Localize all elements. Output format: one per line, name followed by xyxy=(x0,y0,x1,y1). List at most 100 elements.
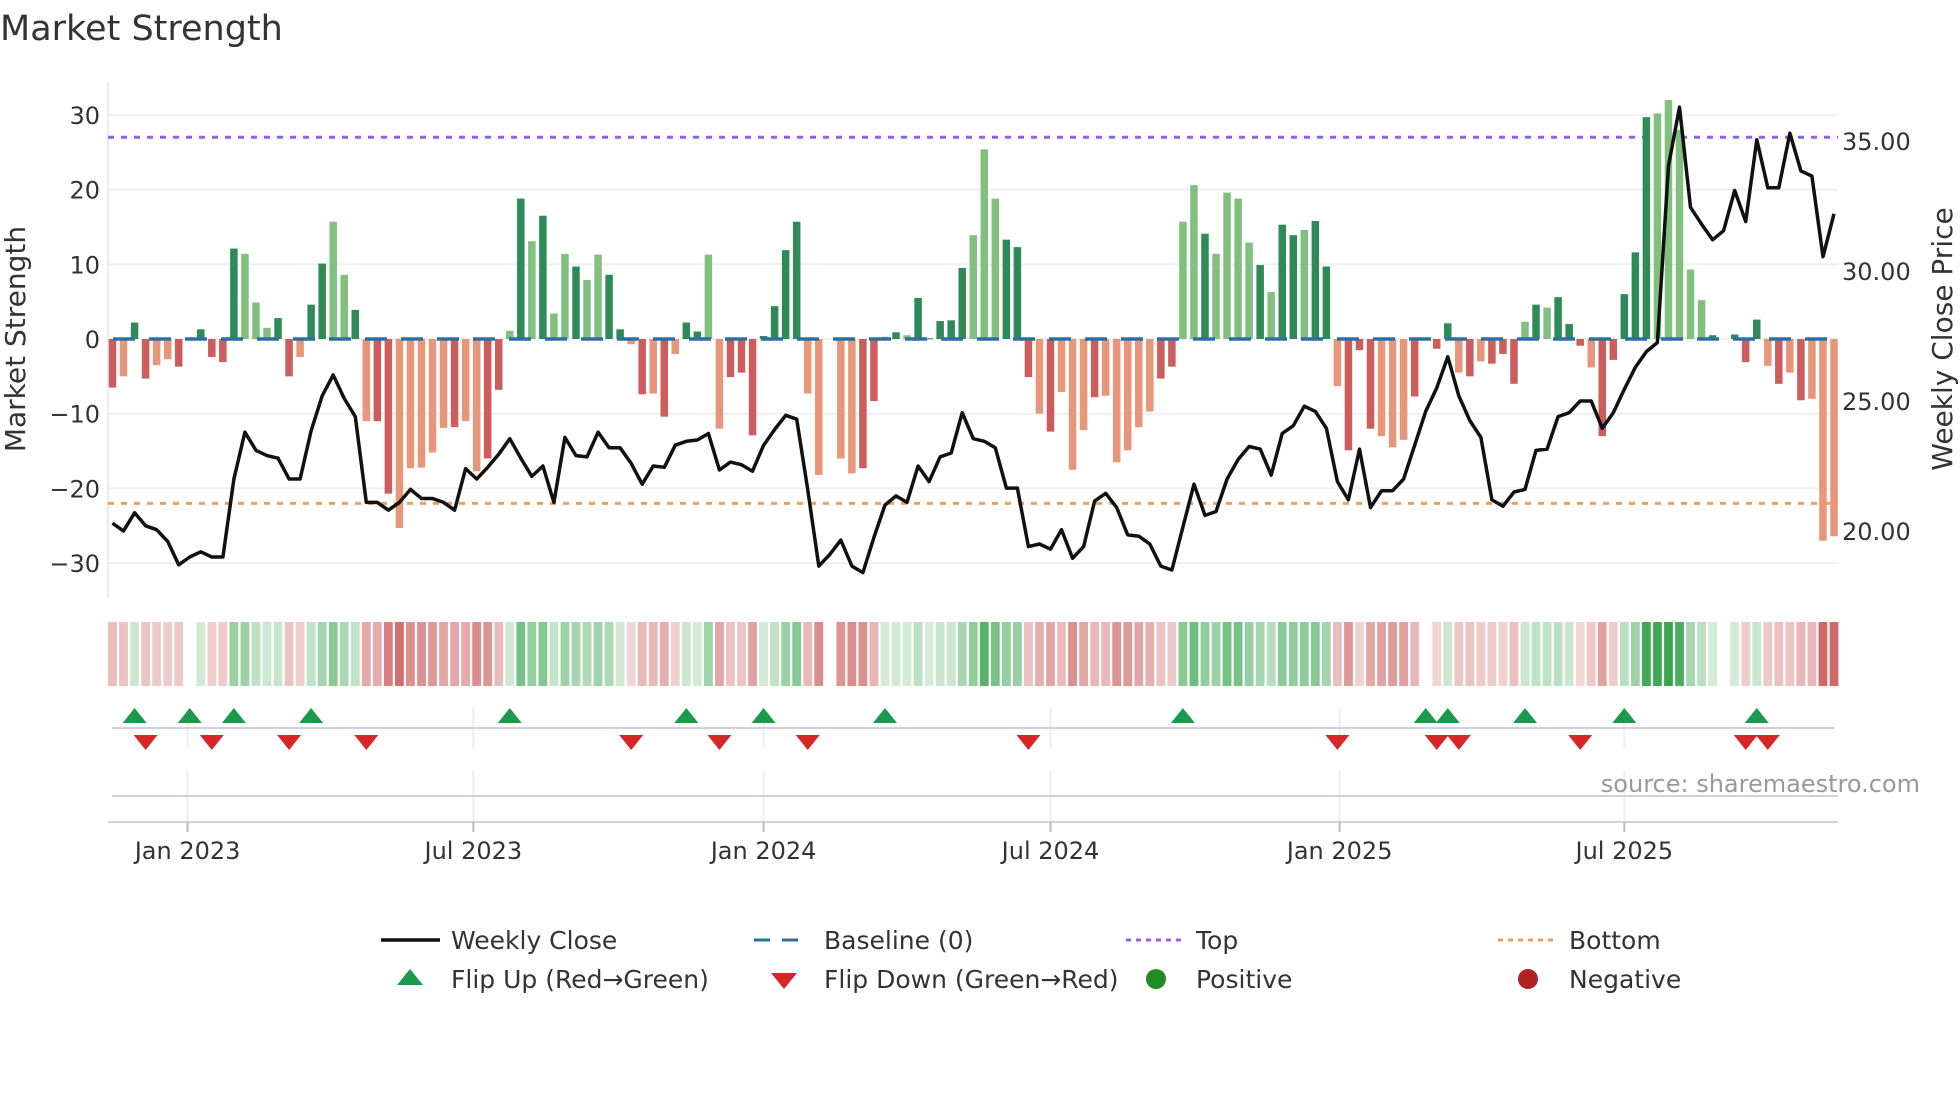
negative-bar xyxy=(748,339,757,436)
strip-cell xyxy=(406,622,415,686)
strip-cell xyxy=(284,622,294,686)
strip-cell xyxy=(1156,622,1166,686)
strip-cell xyxy=(670,622,680,686)
positive-bar xyxy=(704,254,713,339)
negative-bar xyxy=(472,339,481,472)
strip-cell xyxy=(1476,622,1486,686)
strip-cell xyxy=(328,622,338,686)
strip-cell xyxy=(1189,622,1199,686)
strip-cell xyxy=(1012,622,1022,686)
negative-bar xyxy=(285,339,293,377)
positive-bar xyxy=(605,274,613,339)
marker-grid-lines xyxy=(186,708,1626,822)
negative-bar xyxy=(848,339,856,474)
flip-up-marker xyxy=(872,708,897,723)
strip-cell xyxy=(1509,622,1519,686)
positive-bar xyxy=(914,297,922,339)
negative-bar xyxy=(870,339,878,402)
negative-bar xyxy=(108,339,117,388)
strip-cell xyxy=(538,622,548,686)
flip-up-marker xyxy=(674,708,699,723)
flip-down-marker xyxy=(707,735,732,750)
negative-bar xyxy=(1432,339,1441,349)
negative-bar xyxy=(671,339,680,354)
positive-bar xyxy=(980,149,989,339)
strip-cell xyxy=(395,622,404,686)
negative-bar xyxy=(1046,339,1055,432)
positive-bar xyxy=(517,198,525,339)
strip-cell xyxy=(1829,622,1839,686)
positive-bar xyxy=(1322,266,1331,339)
strip-cell xyxy=(1531,622,1541,686)
strip-cell xyxy=(1333,622,1342,686)
strip-cell xyxy=(1597,622,1607,686)
negative-bar xyxy=(461,339,470,422)
strip-cell xyxy=(439,622,448,686)
negative-bar xyxy=(1587,339,1595,368)
strip-cell xyxy=(295,622,305,686)
flip-down-marker xyxy=(354,735,379,750)
flip-down-marker xyxy=(199,735,224,750)
positive-bar xyxy=(991,198,1000,339)
negative-bar xyxy=(1388,339,1397,448)
strip-cell xyxy=(251,622,261,686)
legend-flip-up: Flip Up (Red→Green) xyxy=(451,965,709,994)
strip-cell xyxy=(196,622,206,686)
negative-bar xyxy=(638,339,646,395)
strip-cell xyxy=(549,622,559,686)
strip-cell xyxy=(472,622,482,686)
negative-bar xyxy=(1157,339,1165,379)
strip-cell xyxy=(1675,622,1684,686)
legend-flip-down: Flip Down (Green→Red) xyxy=(824,965,1119,994)
strip-cell xyxy=(1432,622,1442,686)
flip-up-marker xyxy=(1612,708,1637,723)
negative-bar xyxy=(1123,339,1132,451)
negative-bar xyxy=(1488,339,1496,364)
x-tick-label: Jul 2023 xyxy=(423,837,523,865)
negative-bar xyxy=(1741,339,1750,363)
strip-cell xyxy=(814,622,824,686)
strip-cell xyxy=(1178,622,1188,686)
strip-cell xyxy=(571,622,581,686)
strip-cell xyxy=(1686,622,1695,686)
strip-cell xyxy=(1233,622,1243,686)
strip-cell xyxy=(748,622,757,686)
strip-cell xyxy=(1608,622,1618,686)
chart-title: Market Strength xyxy=(0,9,283,49)
negative-bar xyxy=(1366,339,1375,429)
strip-cell xyxy=(339,622,349,686)
negative-bar xyxy=(406,339,415,469)
strip-cell xyxy=(1708,622,1718,686)
strip-cell xyxy=(913,622,923,686)
strip-cell xyxy=(1642,622,1651,686)
negative-bar xyxy=(1609,339,1618,360)
negative-bar xyxy=(1024,339,1033,378)
strip-cell xyxy=(1553,622,1563,686)
strip-cell xyxy=(1630,622,1640,686)
positive-bar xyxy=(1267,291,1275,339)
flip-down-marker xyxy=(1733,735,1758,750)
y-tick-label: −20 xyxy=(49,475,100,503)
strip-cell xyxy=(1487,622,1497,686)
x-tick-label: Jan 2024 xyxy=(709,837,817,865)
negative-bar xyxy=(1057,339,1066,393)
negative-bar xyxy=(1399,339,1408,440)
positive-bar xyxy=(594,254,602,339)
strip-cell xyxy=(1288,622,1298,686)
negative-bar xyxy=(803,339,812,394)
positive-bar xyxy=(958,268,966,339)
positive-bar xyxy=(682,322,691,339)
positive-bar xyxy=(770,306,779,339)
negative-bar xyxy=(417,339,426,468)
strip-cell xyxy=(1123,622,1133,686)
y-tick-label: 20 xyxy=(69,177,100,205)
strip-cell xyxy=(1211,622,1221,686)
positive-bar xyxy=(241,253,249,339)
negative-bar xyxy=(649,339,657,394)
strip-cell xyxy=(317,622,327,686)
positive-bar xyxy=(1223,192,1231,339)
negative-bar xyxy=(483,339,492,459)
strip-cell xyxy=(1035,622,1044,686)
negative-bar xyxy=(1499,339,1507,354)
strip-cell xyxy=(1079,622,1089,686)
